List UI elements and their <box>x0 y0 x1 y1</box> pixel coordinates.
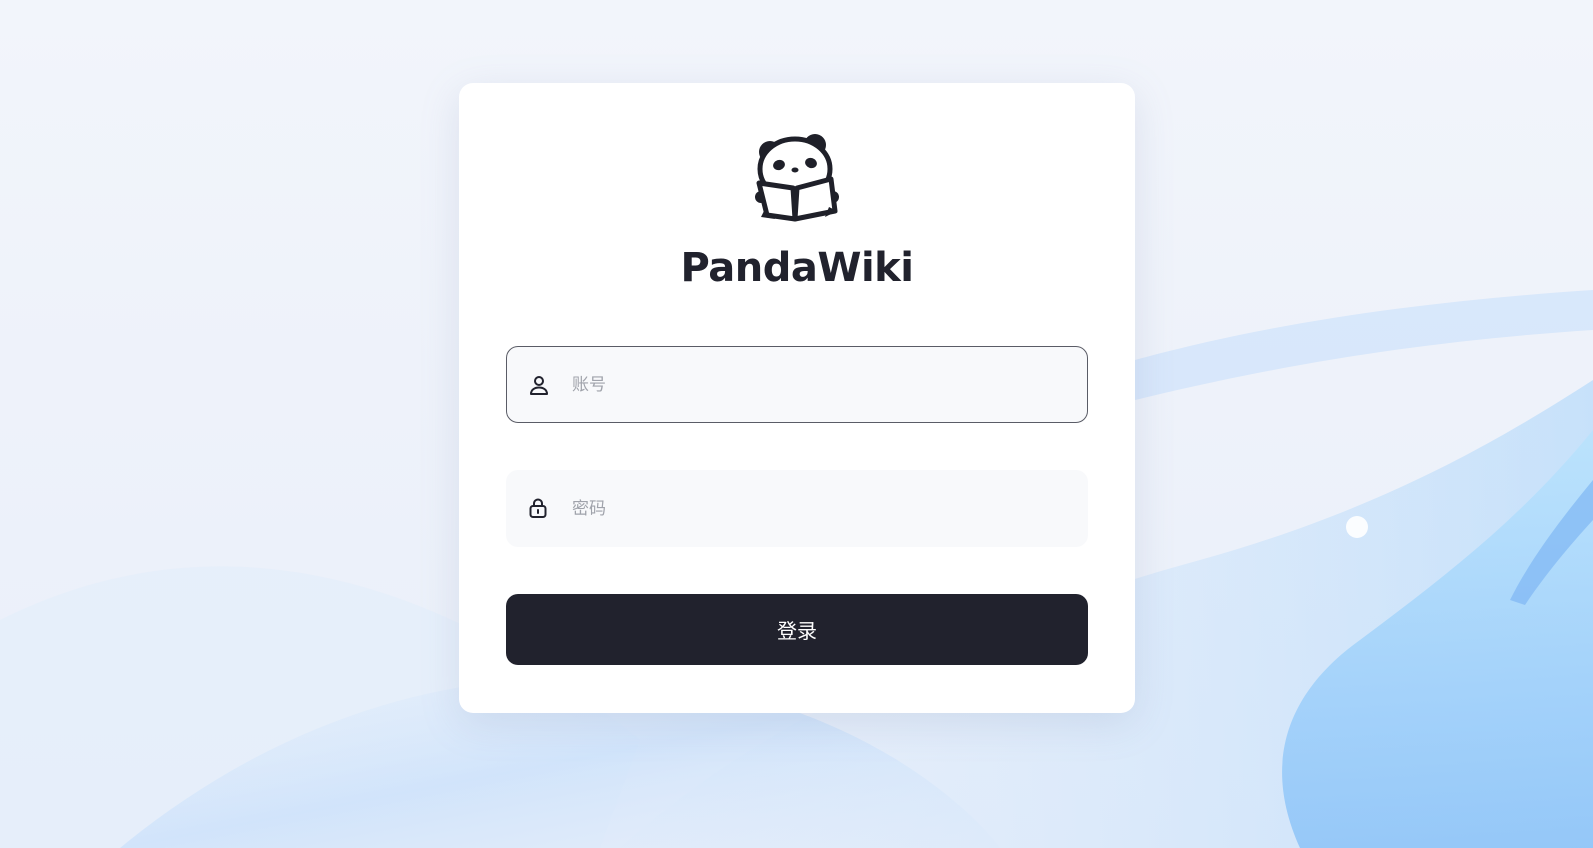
account-field[interactable] <box>506 346 1088 423</box>
user-icon <box>527 373 551 397</box>
panda-reading-book-icon <box>753 133 841 223</box>
password-field[interactable] <box>506 470 1088 547</box>
brand-name: PandaWiki <box>680 245 914 291</box>
lock-icon <box>526 496 550 520</box>
password-input[interactable] <box>572 470 1072 547</box>
account-input[interactable] <box>572 347 1072 422</box>
login-button[interactable]: 登录 <box>506 594 1088 665</box>
login-card: PandaWiki 登录 <box>459 83 1135 713</box>
